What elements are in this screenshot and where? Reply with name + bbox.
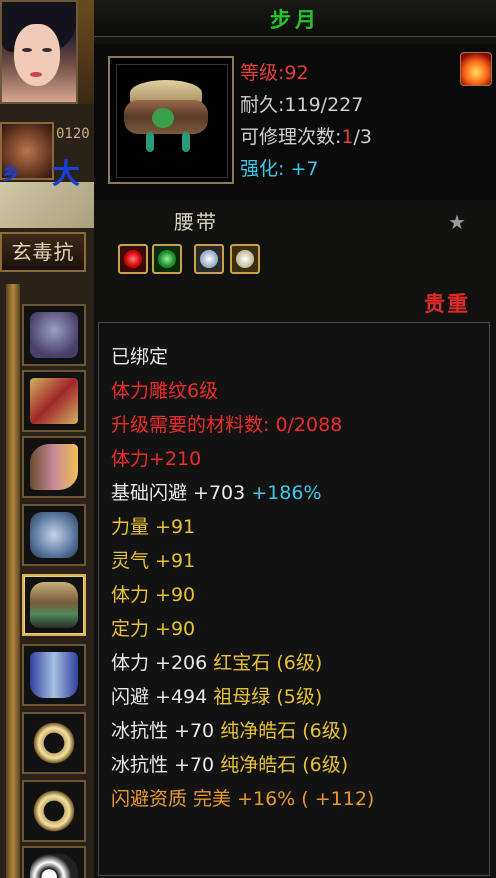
boots-icon bbox=[30, 652, 78, 698]
item-repair-count: 可修理次数:1/3 bbox=[240, 122, 372, 149]
medal-number: 0120 bbox=[56, 126, 90, 142]
portrait-lip bbox=[30, 72, 42, 77]
attr-line: 定力 +90 bbox=[111, 618, 196, 640]
item-enhance: 强化: +7 bbox=[240, 158, 319, 180]
map-label-small: 乡 bbox=[2, 164, 20, 185]
map-label-big: 大 bbox=[52, 157, 81, 190]
red-gem-icon[interactable] bbox=[118, 244, 148, 274]
item-title: 步月 bbox=[270, 8, 320, 32]
portrait-eye-right bbox=[42, 48, 52, 52]
item-tooltip-panel: 步月 等级:92 耐久:119/227 可修理次数:1/3 强化: +7 腰带 … bbox=[94, 0, 496, 878]
glove-icon bbox=[30, 512, 78, 558]
item-durability: 耐久:119/227 bbox=[240, 94, 364, 116]
attr-line: 升级需要的材料数: 0/2088 bbox=[111, 414, 343, 436]
attr-text: 体力 +206 bbox=[111, 652, 208, 674]
belt-tassel-left bbox=[146, 132, 154, 152]
star-icon[interactable]: ★ bbox=[448, 210, 466, 234]
helmet-icon bbox=[30, 312, 78, 358]
attr-text: 闪避 +494 bbox=[111, 686, 208, 708]
attr-line: 基础闪避 +703 +186% bbox=[111, 481, 322, 505]
slot-rail bbox=[6, 284, 20, 878]
item-type: 腰带 bbox=[174, 210, 218, 234]
fire-icon[interactable] bbox=[460, 52, 492, 86]
portrait-eye-left bbox=[22, 48, 32, 52]
attr-extra: 红宝石 (6级) bbox=[213, 652, 323, 674]
attr-extra: 纯净皓石 (6级) bbox=[220, 754, 349, 776]
attr-line: 体力 +206 红宝石 (6级) bbox=[111, 651, 322, 675]
repair-prefix: 可修理次数: bbox=[240, 126, 342, 148]
resist-tab[interactable]: 玄毒抗 bbox=[0, 232, 86, 272]
attr-text: 冰抗性 +70 bbox=[111, 754, 215, 776]
attr-line: 力量 +91 bbox=[111, 516, 196, 538]
equip-slot-ring-1[interactable] bbox=[22, 712, 86, 774]
white-gem-icon[interactable] bbox=[230, 244, 260, 274]
equip-slot-bracer[interactable] bbox=[22, 436, 86, 498]
equip-slot-amulet[interactable] bbox=[22, 370, 86, 432]
attr-extra: 祖母绿 (5级) bbox=[213, 686, 323, 708]
bracer-icon bbox=[30, 444, 78, 490]
attr-text: 冰抗性 +70 bbox=[111, 720, 215, 742]
white-gem-icon[interactable] bbox=[194, 244, 224, 274]
equip-slot-ring-2[interactable] bbox=[22, 780, 86, 842]
attr-line: 体力 +90 bbox=[111, 584, 196, 606]
attr-line: 冰抗性 +70 纯净皓石 (6级) bbox=[111, 719, 348, 743]
portrait-border bbox=[78, 0, 94, 104]
equip-slot-glove[interactable] bbox=[22, 504, 86, 566]
belt-tassel-right bbox=[182, 132, 190, 152]
equip-slot-boots[interactable] bbox=[22, 644, 86, 706]
attr-line: 灵气 +91 bbox=[111, 550, 196, 572]
equip-slot-helmet[interactable] bbox=[22, 304, 86, 366]
attr-line: 闪避资质 完美 +16% ( +112) bbox=[111, 788, 375, 810]
repair-total: /3 bbox=[353, 126, 373, 148]
attr-line: 体力+210 bbox=[111, 448, 202, 470]
repair-used: 1 bbox=[341, 126, 354, 148]
attr-text: 基础闪避 +703 bbox=[111, 482, 246, 504]
item-level: 等级:92 bbox=[240, 62, 309, 84]
item-image-frame bbox=[108, 56, 234, 184]
attr-extra: 纯净皓石 (6级) bbox=[220, 720, 349, 742]
attr-extra: +186% bbox=[251, 482, 322, 504]
ring-icon bbox=[30, 720, 78, 766]
attribute-list: 已绑定 体力雕纹6级 升级需要的材料数: 0/2088 体力+210 基础闪避 … bbox=[98, 322, 490, 876]
green-gem-icon[interactable] bbox=[152, 244, 182, 274]
panda-icon bbox=[30, 854, 78, 878]
item-rarity: 贵重 bbox=[424, 292, 470, 316]
belt-item-icon bbox=[124, 78, 208, 154]
equip-slot-belt[interactable] bbox=[22, 574, 86, 636]
equip-slot-pet[interactable] bbox=[22, 846, 86, 878]
ring-icon bbox=[30, 788, 78, 834]
attr-line: 体力雕纹6级 bbox=[111, 380, 219, 402]
title-bar: 步月 bbox=[94, 0, 496, 37]
attr-line: 冰抗性 +70 纯净皓石 (6级) bbox=[111, 753, 348, 777]
scroll-icon bbox=[30, 378, 78, 424]
attr-line: 已绑定 bbox=[111, 346, 169, 368]
belt-knot bbox=[152, 108, 174, 128]
portrait-icon[interactable] bbox=[0, 0, 78, 104]
belt-icon bbox=[30, 582, 78, 628]
attr-line: 闪避 +494 祖母绿 (5级) bbox=[111, 685, 322, 709]
left-equipment-strip: 0120 乡 大 玄毒抗 bbox=[0, 0, 94, 878]
